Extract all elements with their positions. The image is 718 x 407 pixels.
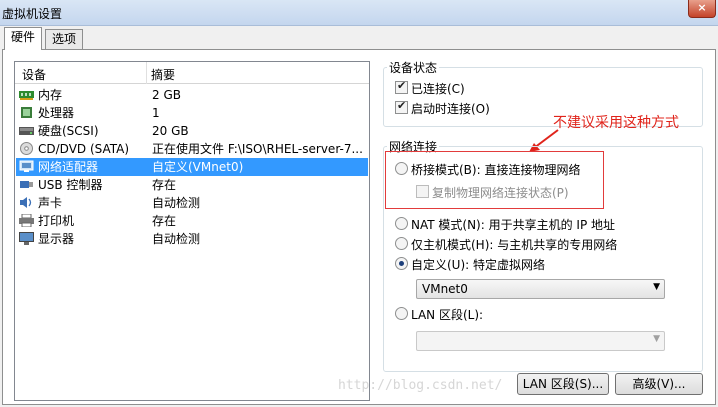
custom-network-select[interactable]: VMnet0 ▼ bbox=[416, 279, 665, 299]
chevron-down-icon: ▼ bbox=[653, 282, 660, 292]
annotation-text: 不建议采用这种方式 bbox=[553, 115, 679, 131]
device-status-title: 设备状态 bbox=[387, 59, 440, 76]
device-summary: 存在 bbox=[152, 178, 177, 192]
tab-options[interactable]: 选项 bbox=[45, 29, 84, 49]
list-header: 设备 摘要 bbox=[15, 62, 369, 84]
device-summary: 2 GB bbox=[152, 88, 181, 102]
replicate-state-label[interactable]: 复制物理网络连接状态(P) bbox=[432, 184, 569, 201]
custom-radio[interactable] bbox=[395, 257, 408, 270]
connect-at-power-on-label[interactable]: 启动时连接(O) bbox=[411, 100, 490, 117]
device-row-printer[interactable]: 打印机 存在 bbox=[16, 212, 368, 230]
device-name: 硬盘(SCSI) bbox=[38, 124, 99, 138]
display-icon bbox=[19, 232, 34, 245]
usb-icon bbox=[20, 181, 33, 188]
device-summary: 20 GB bbox=[152, 124, 189, 138]
host-only-radio[interactable] bbox=[395, 237, 408, 250]
title-bar: 虚拟机设置 × bbox=[0, 0, 718, 26]
custom-network-value: VMnet0 bbox=[422, 282, 468, 296]
device-row-processor[interactable]: 处理器 1 bbox=[16, 104, 368, 122]
advanced-button[interactable]: 高级(V)... bbox=[615, 373, 703, 395]
lan-segment-radio[interactable] bbox=[395, 307, 408, 320]
watermark: http://blog.csdn.net/ bbox=[338, 378, 503, 393]
connected-label[interactable]: 已连接(C) bbox=[411, 80, 465, 97]
close-icon: × bbox=[697, 1, 707, 14]
nat-radio[interactable] bbox=[395, 217, 408, 230]
lan-segment-select[interactable]: ▼ bbox=[416, 331, 665, 351]
network-adapter-icon bbox=[19, 160, 34, 172]
device-name: USB 控制器 bbox=[38, 178, 103, 192]
close-button[interactable]: × bbox=[688, 0, 716, 18]
device-summary: 1 bbox=[152, 106, 160, 120]
tab-label: 选项 bbox=[52, 32, 77, 46]
device-summary: 存在 bbox=[152, 214, 177, 228]
device-name: 内存 bbox=[38, 88, 63, 102]
device-row-sound-card[interactable]: 声卡 自动检测 bbox=[16, 194, 368, 212]
processor-icon bbox=[21, 107, 32, 118]
connect-at-power-on-checkbox[interactable] bbox=[395, 99, 408, 114]
device-name: 显示器 bbox=[38, 232, 75, 246]
bridged-label[interactable]: 桥接模式(B): 直接连接物理网络 bbox=[411, 161, 580, 178]
device-row-hard-disk[interactable]: 硬盘(SCSI) 20 GB bbox=[16, 122, 368, 140]
column-device[interactable]: 设备 bbox=[22, 66, 46, 83]
cd-dvd-icon bbox=[20, 142, 33, 155]
tab-label: 硬件 bbox=[11, 30, 36, 44]
device-row-display[interactable]: 显示器 自动检测 bbox=[16, 230, 368, 248]
device-name: 打印机 bbox=[38, 214, 75, 228]
sound-card-icon bbox=[20, 197, 32, 208]
tab-hardware[interactable]: 硬件 bbox=[4, 27, 43, 50]
window-title: 虚拟机设置 bbox=[2, 7, 63, 21]
device-row-memory[interactable]: 内存 2 GB bbox=[16, 86, 368, 104]
device-name: 网络适配器 bbox=[38, 160, 99, 174]
bridged-radio[interactable] bbox=[395, 162, 408, 175]
device-list[interactable]: 设备 摘要 内存 2 GB 处理器 1 硬盘(SCSI) 20 GB CD/DV… bbox=[14, 61, 370, 401]
device-row-usb[interactable]: USB 控制器 存在 bbox=[16, 176, 368, 194]
nat-label[interactable]: NAT 模式(N): 用于共享主机的 IP 地址 bbox=[411, 216, 615, 233]
device-row-cd-dvd[interactable]: CD/DVD (SATA) 正在使用文件 F:\ISO\RHEL-server-… bbox=[16, 140, 368, 158]
device-name: 声卡 bbox=[38, 196, 63, 210]
custom-label[interactable]: 自定义(U): 特定虚拟网络 bbox=[411, 256, 545, 273]
column-separator[interactable] bbox=[146, 62, 147, 84]
lan-segments-button[interactable]: LAN 区段(S)... bbox=[517, 373, 609, 395]
printer-icon bbox=[19, 214, 34, 227]
column-summary[interactable]: 摘要 bbox=[151, 66, 175, 83]
memory-icon bbox=[19, 91, 34, 100]
lan-segment-label[interactable]: LAN 区段(L): bbox=[411, 306, 483, 323]
hard-disk-icon bbox=[19, 127, 34, 135]
device-summary: 正在使用文件 F:\ISO\RHEL-server-7... bbox=[152, 142, 363, 156]
device-row-network-adapter[interactable]: 网络适配器 自定义(VMnet0) bbox=[16, 158, 368, 176]
device-name: CD/DVD (SATA) bbox=[38, 142, 130, 156]
host-only-label[interactable]: 仅主机模式(H): 与主机共享的专用网络 bbox=[411, 236, 617, 253]
device-summary: 自定义(VMnet0) bbox=[152, 160, 244, 174]
chevron-down-icon: ▼ bbox=[653, 334, 660, 344]
device-summary: 自动检测 bbox=[152, 196, 201, 210]
device-name: 处理器 bbox=[38, 106, 75, 120]
connected-checkbox[interactable] bbox=[395, 79, 408, 94]
device-summary: 自动检测 bbox=[152, 232, 201, 246]
replicate-state-checkbox[interactable] bbox=[416, 185, 429, 198]
